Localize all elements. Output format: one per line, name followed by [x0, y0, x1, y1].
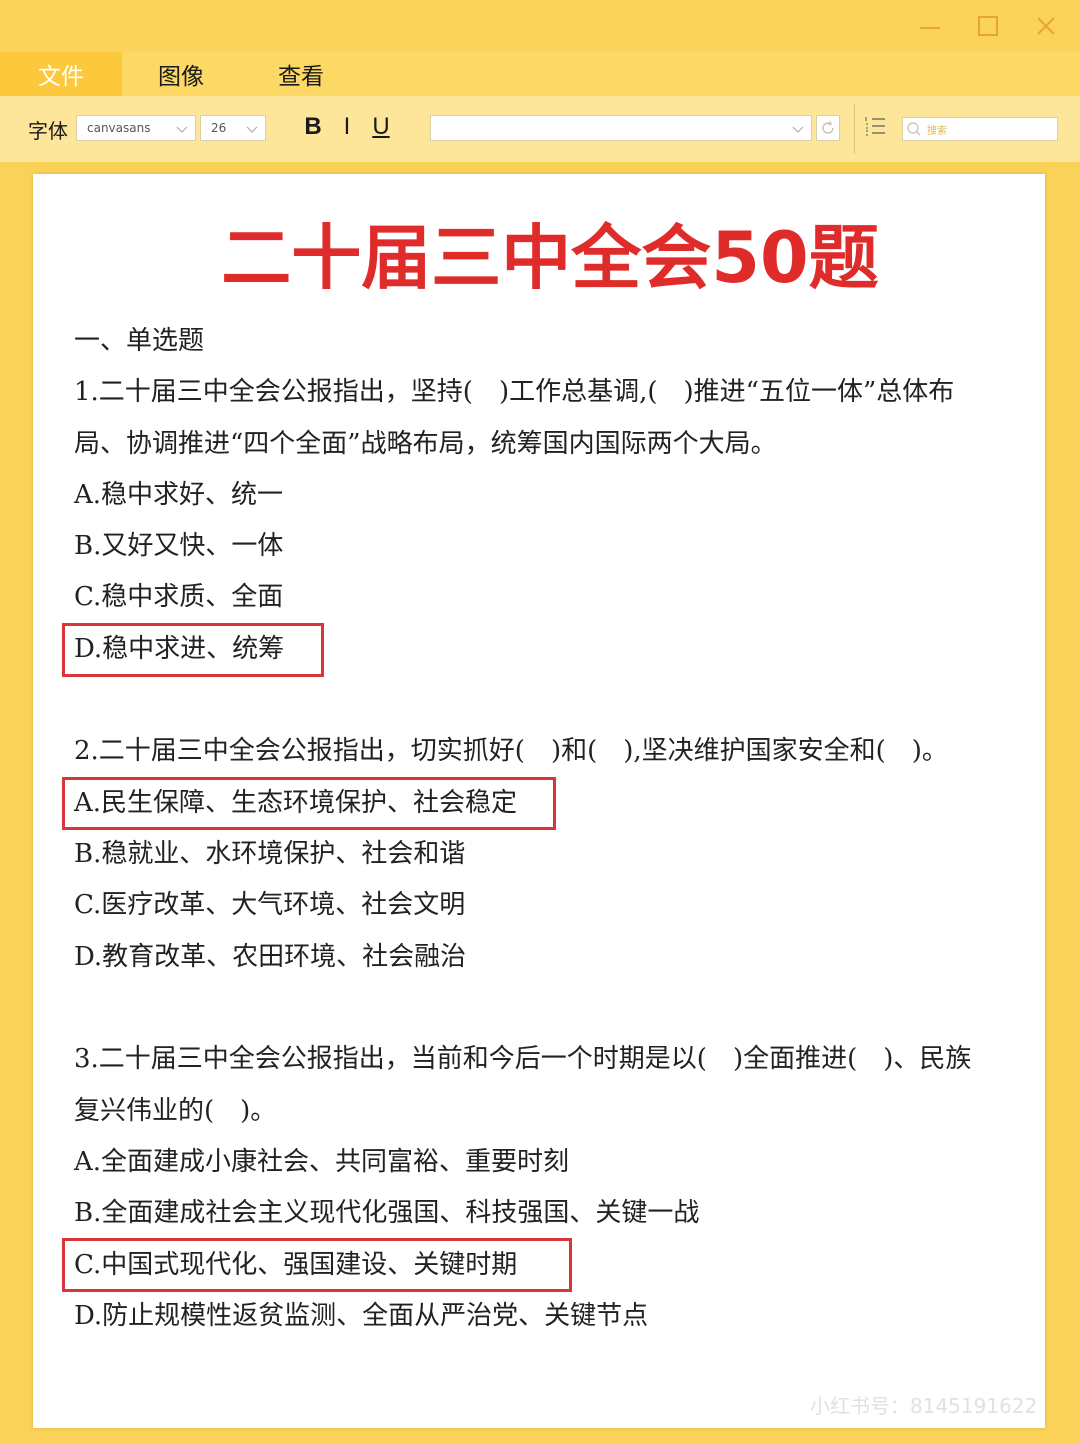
question-2-text: 2.二十届三中全会公报指出，切实抓好( )和( ),坚决维护国家安全和( )。: [74, 736, 948, 766]
chevron-down-icon: [792, 126, 804, 133]
q3-option-b: B.全面建成社会主义现代化强国、科技强国、关键一战: [74, 1198, 700, 1228]
font-family-value: canvasans: [87, 121, 151, 135]
q3-option-a: A.全面建成小康社会、共同富裕、重要时刻: [74, 1147, 570, 1177]
close-button[interactable]: [1028, 10, 1064, 42]
question-1-text-cont: 局、协调推进“四个全面”战略布局，统筹国内国际两个大局。: [74, 429, 777, 459]
q2-option-b: B.稳就业、水环境保护、社会和谐: [74, 839, 466, 869]
section-heading: 一、单选题: [74, 326, 205, 356]
maximize-button[interactable]: [970, 10, 1006, 42]
font-size-select[interactable]: 26: [200, 115, 266, 141]
underline-button[interactable]: U: [366, 110, 396, 144]
minimize-button[interactable]: [912, 10, 948, 42]
menu-view[interactable]: 查看: [240, 52, 362, 96]
font-label: 字体: [28, 119, 68, 143]
q1-option-b: B.又好又快、一体: [74, 531, 284, 561]
list-button[interactable]: [864, 114, 888, 138]
toolbar-divider: [854, 104, 855, 154]
minimize-icon: [920, 27, 940, 29]
q1-option-c: C.稳中求质、全面: [74, 582, 284, 612]
bold-button[interactable]: B: [298, 110, 328, 144]
question-3-text-cont: 复兴伟业的( )。: [74, 1096, 277, 1126]
watermark: 小红书号：8145191622: [810, 1394, 1038, 1418]
title-bar: [0, 0, 1080, 52]
menu-bar: 文件 图像 查看: [0, 52, 1080, 96]
chevron-down-icon: [246, 126, 258, 133]
font-family-select[interactable]: canvasans: [76, 115, 196, 141]
chevron-down-icon: [176, 126, 188, 133]
search-icon: [907, 122, 921, 136]
numbered-list-icon: [865, 117, 885, 136]
q3-option-d: D.防止规模性返贫监测、全面从严治党、关键节点: [74, 1301, 649, 1331]
menu-file[interactable]: 文件: [0, 52, 122, 96]
q1-option-a: A.稳中求好、统一: [74, 480, 284, 510]
search-input[interactable]: 搜索: [902, 117, 1058, 141]
question-3-text: 3.二十届三中全会公报指出，当前和今后一个时期是以( )全面推进( )、民族: [74, 1044, 972, 1074]
q3-answer-highlight: [62, 1238, 572, 1292]
refresh-icon: [822, 121, 834, 134]
q2-option-c: C.医疗改革、大气环境、社会文明: [74, 890, 466, 920]
italic-button[interactable]: I: [332, 110, 362, 144]
close-icon: [1037, 17, 1055, 35]
question-1-text: 1.二十届三中全会公报指出，坚持( )工作总基调,( )推进“五位一体”总体布: [74, 377, 955, 407]
refresh-button[interactable]: [816, 115, 840, 141]
q2-option-d: D.教育改革、农田环境、社会融治: [74, 942, 467, 972]
style-select[interactable]: [430, 115, 812, 141]
menu-image[interactable]: 图像: [122, 52, 240, 96]
maximize-icon: [978, 16, 998, 36]
font-size-value: 26: [211, 121, 227, 135]
document-title: 二十届三中全会50题: [221, 217, 879, 299]
q1-answer-highlight: [62, 623, 324, 677]
q2-answer-highlight: [62, 777, 556, 830]
